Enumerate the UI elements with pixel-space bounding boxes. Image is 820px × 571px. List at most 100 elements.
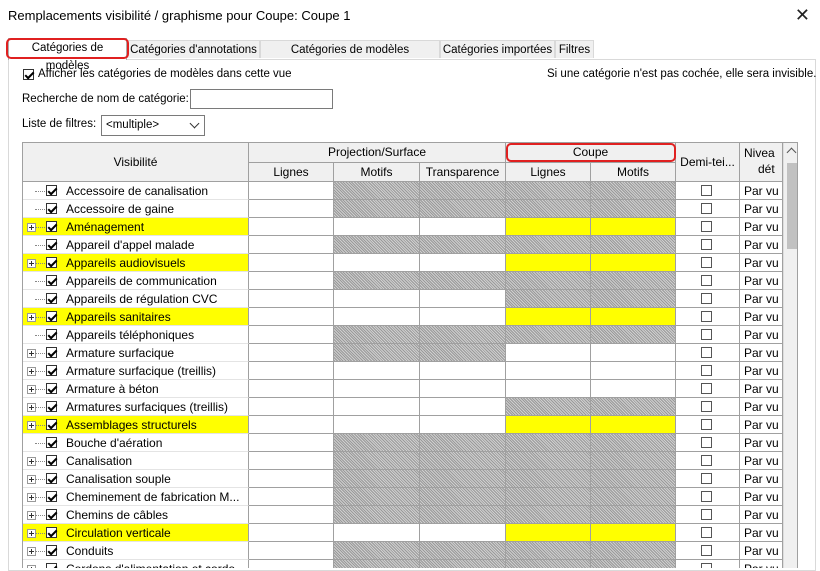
visibility-cell[interactable]: Appareils de communication	[23, 272, 249, 290]
proj-lignes-cell[interactable]	[249, 362, 334, 380]
visibility-cell[interactable]: Bouche d'aération	[23, 434, 249, 452]
table-row[interactable]: Appareils de communication Par vu	[23, 272, 797, 290]
coupe-motifs-cell[interactable]	[591, 182, 676, 200]
table-row[interactable]: Appareils de régulation CVC Par vu	[23, 290, 797, 308]
coupe-lignes-cell[interactable]	[506, 434, 591, 452]
proj-transparence-cell[interactable]	[420, 416, 506, 434]
demi-teinte-checkbox[interactable]	[701, 563, 712, 568]
proj-motifs-cell[interactable]	[334, 542, 420, 560]
category-checkbox[interactable]	[46, 257, 57, 268]
visibility-cell[interactable]: Appareils sanitaires	[23, 308, 249, 326]
table-row[interactable]: Chemins de câbles Par vu	[23, 506, 797, 524]
demi-teinte-checkbox[interactable]	[701, 293, 712, 304]
niveau-detail-cell[interactable]: Par vu	[740, 470, 783, 488]
category-checkbox[interactable]	[46, 203, 57, 214]
proj-motifs-cell[interactable]	[334, 344, 420, 362]
coupe-motifs-cell[interactable]	[591, 506, 676, 524]
coupe-lignes-cell[interactable]	[506, 308, 591, 326]
coupe-lignes-cell[interactable]	[506, 182, 591, 200]
visibility-cell[interactable]: Armature surfacique (treillis)	[23, 362, 249, 380]
niveau-detail-cell[interactable]: Par vu	[740, 524, 783, 542]
proj-motifs-cell[interactable]	[334, 182, 420, 200]
category-checkbox[interactable]	[46, 365, 57, 376]
category-checkbox[interactable]	[46, 275, 57, 286]
header-visibility[interactable]: Visibilité	[23, 143, 249, 182]
proj-transparence-cell[interactable]	[420, 182, 506, 200]
category-checkbox[interactable]	[46, 311, 57, 322]
demi-teinte-checkbox[interactable]	[701, 383, 712, 394]
coupe-motifs-cell[interactable]	[591, 416, 676, 434]
demi-teinte-checkbox[interactable]	[701, 347, 712, 358]
proj-lignes-cell[interactable]	[249, 434, 334, 452]
header-coupe-lignes[interactable]: Lignes	[506, 163, 591, 182]
proj-transparence-cell[interactable]	[420, 254, 506, 272]
proj-motifs-cell[interactable]	[334, 506, 420, 524]
table-row[interactable]: Armature surfacique (treillis) Par vu	[23, 362, 797, 380]
filter-list-select[interactable]: <multiple>	[101, 115, 205, 136]
category-checkbox[interactable]	[46, 509, 57, 520]
category-checkbox[interactable]	[46, 221, 57, 232]
coupe-motifs-cell[interactable]	[591, 236, 676, 254]
category-checkbox[interactable]	[46, 383, 57, 394]
coupe-lignes-cell[interactable]	[506, 218, 591, 236]
demi-teinte-checkbox[interactable]	[701, 401, 712, 412]
coupe-motifs-cell[interactable]	[591, 200, 676, 218]
table-row[interactable]: Armature surfacique Par vu	[23, 344, 797, 362]
tab-analytical-categories[interactable]: Catégories de modèles analytiques	[260, 40, 440, 74]
proj-transparence-cell[interactable]	[420, 308, 506, 326]
header-niveau-detail[interactable]: Nivea dét	[740, 143, 783, 182]
proj-transparence-cell[interactable]	[420, 362, 506, 380]
coupe-lignes-cell[interactable]	[506, 416, 591, 434]
niveau-detail-cell[interactable]: Par vu	[740, 506, 783, 524]
coupe-motifs-cell[interactable]	[591, 344, 676, 362]
proj-transparence-cell[interactable]	[420, 506, 506, 524]
coupe-lignes-cell[interactable]	[506, 380, 591, 398]
visibility-cell[interactable]: Appareils de régulation CVC	[23, 290, 249, 308]
demi-teinte-checkbox[interactable]	[701, 527, 712, 538]
proj-transparence-cell[interactable]	[420, 452, 506, 470]
demi-teinte-checkbox[interactable]	[701, 185, 712, 196]
proj-motifs-cell[interactable]	[334, 470, 420, 488]
niveau-detail-cell[interactable]: Par vu	[740, 254, 783, 272]
coupe-lignes-cell[interactable]	[506, 488, 591, 506]
niveau-detail-cell[interactable]: Par vu	[740, 416, 783, 434]
coupe-motifs-cell[interactable]	[591, 362, 676, 380]
proj-transparence-cell[interactable]	[420, 380, 506, 398]
proj-motifs-cell[interactable]	[334, 380, 420, 398]
proj-transparence-cell[interactable]	[420, 488, 506, 506]
scroll-up-icon[interactable]	[786, 147, 797, 158]
table-row[interactable]: Bouche d'aération Par vu	[23, 434, 797, 452]
proj-motifs-cell[interactable]	[334, 524, 420, 542]
proj-transparence-cell[interactable]	[420, 344, 506, 362]
niveau-detail-cell[interactable]: Par vu	[740, 380, 783, 398]
scrollbar-thumb[interactable]	[787, 163, 797, 249]
table-row[interactable]: Appareil d'appel malade Par vu	[23, 236, 797, 254]
visibility-cell[interactable]: Appareils audiovisuels	[23, 254, 249, 272]
visibility-cell[interactable]: Aménagement	[23, 218, 249, 236]
proj-lignes-cell[interactable]	[249, 470, 334, 488]
proj-motifs-cell[interactable]	[334, 488, 420, 506]
coupe-motifs-cell[interactable]	[591, 308, 676, 326]
category-checkbox[interactable]	[46, 329, 57, 340]
category-checkbox[interactable]	[46, 401, 57, 412]
header-demi-teinte[interactable]: Demi-tei...	[676, 143, 740, 182]
table-row[interactable]: Assemblages structurels Par vu	[23, 416, 797, 434]
proj-motifs-cell[interactable]	[334, 290, 420, 308]
coupe-lignes-cell[interactable]	[506, 254, 591, 272]
demi-teinte-checkbox[interactable]	[701, 311, 712, 322]
proj-lignes-cell[interactable]	[249, 182, 334, 200]
proj-motifs-cell[interactable]	[334, 434, 420, 452]
demi-teinte-checkbox[interactable]	[701, 437, 712, 448]
header-coupe-motifs[interactable]: Motifs	[591, 163, 676, 182]
tab-annotation-categories[interactable]: Catégories d'annotations	[127, 40, 260, 58]
proj-transparence-cell[interactable]	[420, 236, 506, 254]
category-checkbox[interactable]	[46, 239, 57, 250]
show-categories-checkbox[interactable]	[23, 69, 34, 80]
proj-motifs-cell[interactable]	[334, 308, 420, 326]
niveau-detail-cell[interactable]: Par vu	[740, 218, 783, 236]
coupe-motifs-cell[interactable]	[591, 254, 676, 272]
proj-lignes-cell[interactable]	[249, 416, 334, 434]
proj-transparence-cell[interactable]	[420, 542, 506, 560]
proj-lignes-cell[interactable]	[249, 560, 334, 568]
proj-lignes-cell[interactable]	[249, 380, 334, 398]
